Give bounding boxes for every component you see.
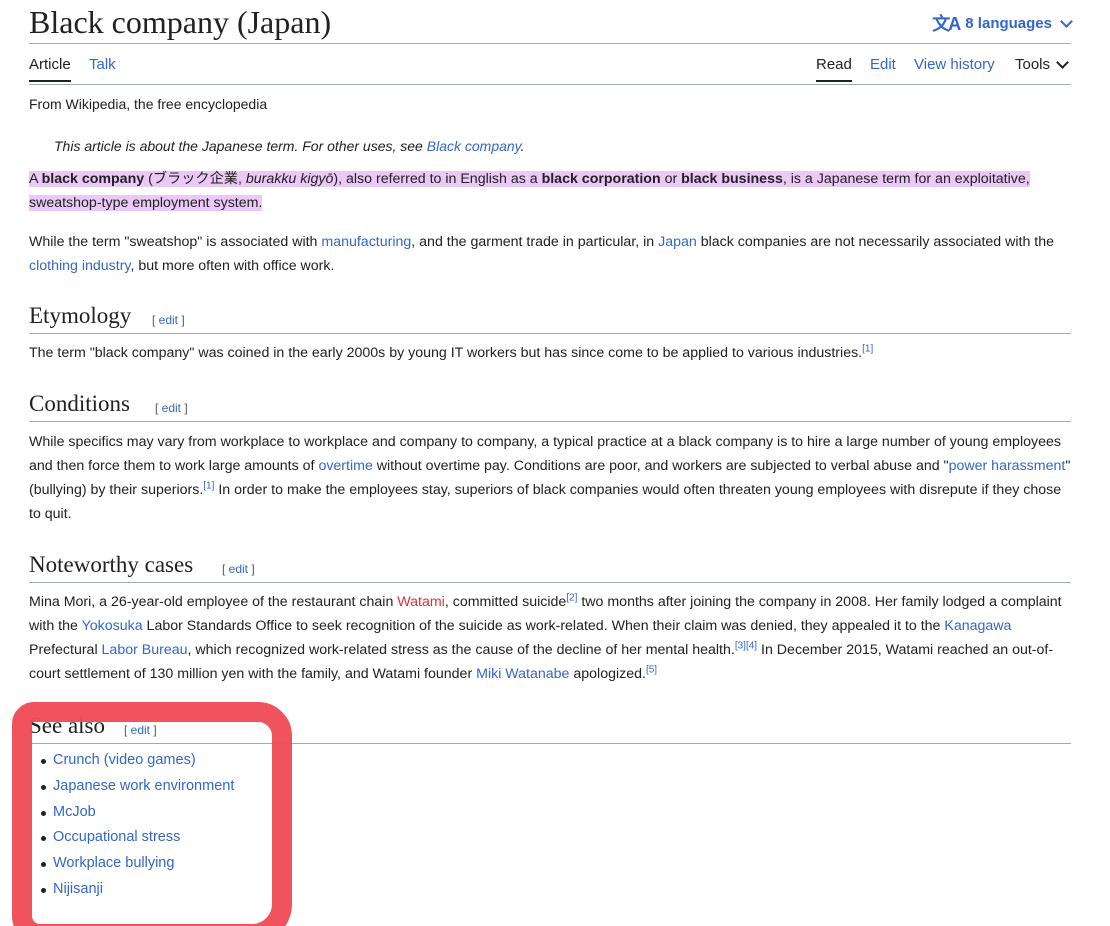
heading-see-also: See also — [29, 713, 106, 738]
edit-section-see-also: [ edit ] — [124, 723, 157, 737]
romaji-term: burakku kigyō — [245, 171, 334, 187]
text: Prefectural — [29, 642, 102, 658]
citation-link[interactable]: [1] — [862, 343, 873, 354]
link-yokosuka[interactable]: Yokosuka — [82, 618, 143, 634]
edit-link[interactable]: edit — [159, 313, 178, 327]
text: ), also referred to in English as a — [333, 171, 542, 187]
language-selector-button[interactable]: 文A 8 languages — [932, 10, 1073, 36]
see-also-link[interactable]: Occupational stress — [53, 829, 180, 845]
page-title: Black company (Japan) — [29, 4, 332, 40]
hatnote-text: This article is about the Japanese term.… — [54, 138, 427, 154]
heading-noteworthy-cases: Noteworthy cases — [29, 552, 194, 577]
hatnote: This article is about the Japanese term.… — [54, 138, 525, 154]
text: , which recognized work-related stress a… — [187, 642, 735, 658]
tab-talk[interactable]: Talk — [89, 56, 116, 82]
citation-link[interactable]: [3][4] — [735, 640, 757, 651]
wikipedia-page: Black company (Japan) 文A 8 languages Art… — [0, 0, 1110, 926]
text: , but more often with office work. — [130, 258, 335, 274]
list-item: Crunch (video games) — [37, 748, 234, 774]
title-row: Black company (Japan) 文A 8 languages — [29, 0, 1073, 44]
text: or — [660, 171, 682, 187]
list-item: McJob — [37, 800, 234, 826]
term-black-business: black business — [681, 171, 783, 187]
text: ( — [144, 171, 153, 187]
edit-link[interactable]: edit — [229, 562, 248, 576]
term-black-company: black company — [41, 171, 145, 187]
conditions-paragraph: While specifics may vary from workplace … — [29, 430, 1071, 526]
section-heading-etymology: Etymology [ edit ] — [29, 298, 1071, 334]
citation-link[interactable]: [1] — [203, 480, 214, 491]
edit-link[interactable]: edit — [162, 401, 181, 415]
tab-read[interactable]: Read — [816, 56, 852, 82]
japanese-term: ブラック企業 — [152, 171, 238, 187]
heading-etymology: Etymology — [29, 303, 132, 328]
text: without overtime pay. Conditions are poo… — [372, 458, 949, 474]
hatnote-end: . — [520, 138, 525, 154]
link-clothing-industry[interactable]: clothing industry — [29, 258, 130, 274]
list-item: Japanese work environment — [37, 774, 234, 800]
list-item: Occupational stress — [37, 825, 234, 851]
text: The term "black company" was coined in t… — [29, 345, 863, 361]
link-kanagawa[interactable]: Kanagawa — [944, 618, 1011, 634]
text: Mina Mori, a 26-year-old employee of the… — [29, 594, 398, 610]
edit-section-conditions: [ edit ] — [155, 401, 188, 415]
tools-menu-button[interactable]: Tools — [1015, 56, 1069, 82]
etymology-paragraph: The term "black company" was coined in t… — [29, 341, 1071, 365]
list-item: Nijisanji — [37, 877, 234, 903]
text: , and the garment trade in particular, i… — [411, 234, 659, 250]
intro-paragraph: While the term "sweatshop" is associated… — [29, 230, 1071, 278]
heading-conditions: Conditions — [29, 391, 130, 416]
edit-link[interactable]: edit — [131, 723, 150, 737]
see-also-link[interactable]: McJob — [53, 804, 96, 820]
edit-section-noteworthy-cases: [ edit ] — [222, 562, 255, 576]
tab-article[interactable]: Article — [29, 56, 71, 82]
link-overtime[interactable]: overtime — [318, 458, 372, 474]
section-heading-see-also: See also [ edit ] — [29, 708, 1071, 744]
text: black companies are not necessarily asso… — [696, 234, 1055, 250]
text: , — [237, 171, 246, 187]
lead-paragraph: A black company (ブラック企業, burakku kigyō),… — [29, 167, 1071, 215]
link-manufacturing[interactable]: manufacturing — [321, 234, 411, 250]
text: Labor Standards Office to seek recogniti… — [142, 618, 945, 634]
site-tagline: From Wikipedia, the free encyclopedia — [29, 96, 268, 112]
text: , committed suicide — [444, 594, 567, 610]
tab-view-history[interactable]: View history — [914, 56, 995, 82]
section-heading-noteworthy-cases: Noteworthy cases [ edit ] — [29, 547, 1071, 583]
chevron-down-icon — [1060, 14, 1073, 28]
language-count-label: 8 languages — [965, 14, 1052, 32]
see-also-link[interactable]: Japanese work environment — [53, 778, 234, 794]
chevron-down-icon — [1056, 56, 1069, 69]
link-japan[interactable]: Japan — [658, 234, 697, 250]
noteworthy-cases-paragraph: Mina Mori, a 26-year-old employee of the… — [29, 590, 1071, 686]
highlighted-text: A black company (ブラック企業, burakku kigyō),… — [29, 171, 1030, 211]
link-miki-watanabe[interactable]: Miki Watanabe — [476, 666, 569, 682]
see-also-link[interactable]: Nijisanji — [53, 881, 103, 897]
citation-link[interactable]: [2] — [566, 592, 577, 603]
text: apologized. — [569, 666, 646, 682]
see-also-link[interactable]: Crunch (video games) — [53, 752, 196, 768]
text: A — [29, 171, 42, 187]
tools-label: Tools — [1015, 56, 1051, 73]
see-also-link[interactable]: Workplace bullying — [53, 855, 174, 871]
page-tabs: Article Talk Read Edit View history Tool… — [29, 44, 1071, 85]
citation-link[interactable]: [5] — [646, 664, 657, 675]
list-item: Workplace bullying — [37, 851, 234, 877]
hatnote-link[interactable]: Black company — [427, 138, 521, 154]
section-heading-conditions: Conditions [ edit ] — [29, 386, 1071, 422]
text: While the term "sweatshop" is associated… — [29, 234, 322, 250]
see-also-list: Crunch (video games) Japanese work envir… — [37, 748, 234, 903]
link-watami[interactable]: Watami — [397, 594, 445, 610]
tab-edit[interactable]: Edit — [870, 56, 896, 82]
link-power-harassment[interactable]: power harassment — [949, 458, 1066, 474]
link-labor-bureau[interactable]: Labor Bureau — [102, 642, 188, 658]
edit-section-etymology: [ edit ] — [152, 313, 185, 327]
term-black-corporation: black corporation — [541, 171, 661, 187]
translate-icon: 文A — [932, 14, 961, 34]
